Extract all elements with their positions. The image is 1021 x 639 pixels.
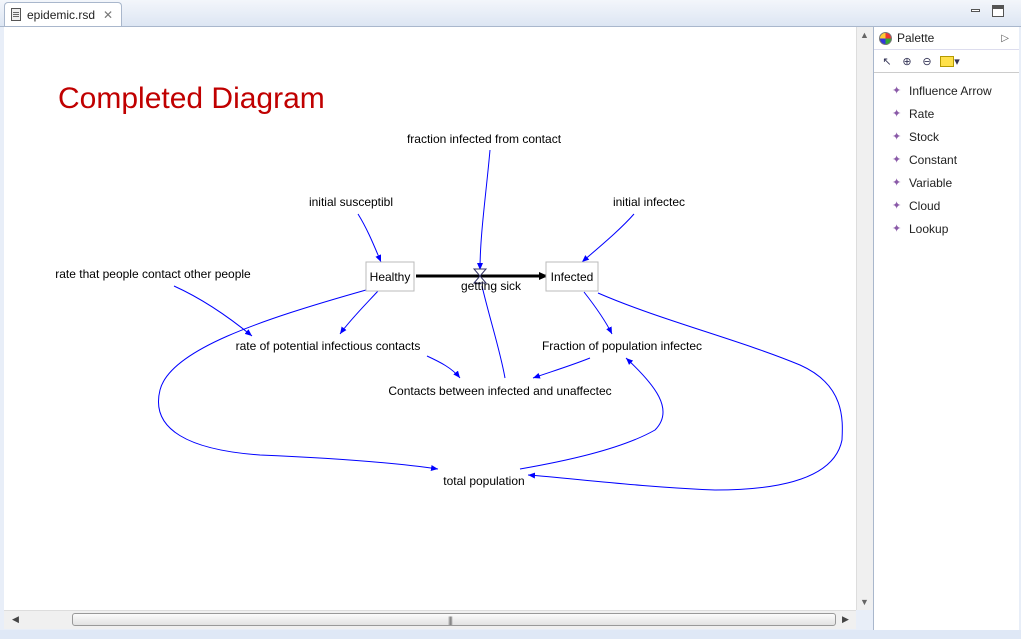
zoom-in-icon[interactable]: ⊕: [899, 53, 915, 69]
influence-arrow[interactable]: [583, 291, 613, 335]
palette-item-stock[interactable]: ✦ Stock: [874, 125, 1019, 148]
scroll-down-icon[interactable]: ▼: [860, 597, 869, 607]
stock-healthy-label: Healthy: [370, 270, 411, 284]
palette-item-label: Influence Arrow: [909, 83, 992, 98]
tool-sparkle-icon: ✦: [892, 131, 902, 143]
scroll-up-icon[interactable]: ▲: [860, 30, 869, 40]
select-arrow-icon[interactable]: ↖: [879, 53, 895, 69]
variable-fraction-infected[interactable]: fraction infected from contact: [407, 132, 562, 146]
palette-item-constant[interactable]: ✦ Constant: [874, 148, 1019, 171]
palette-icon: [879, 31, 892, 45]
stock-infected-label: Infected: [551, 270, 594, 284]
horizontal-scroll-thumb[interactable]: |||: [72, 613, 836, 626]
variable-total-population[interactable]: total population: [443, 474, 524, 488]
tool-sparkle-icon: ✦: [892, 200, 902, 212]
palette-item-lookup[interactable]: ✦ Lookup: [874, 217, 1019, 240]
influence-arrow[interactable]: [357, 213, 382, 263]
influence-arrow[interactable]: [477, 149, 491, 271]
palette-item-cloud[interactable]: ✦ Cloud: [874, 194, 1019, 217]
influence-arrow[interactable]: [426, 355, 461, 379]
variable-initial-infected[interactable]: initial infectec: [613, 195, 685, 209]
diagram-svg: Completed Diagram Healthy Infected getti…: [55, 82, 843, 491]
influence-arrow[interactable]: [481, 285, 506, 379]
stock-healthy[interactable]: Healthy: [365, 261, 415, 292]
stock-infected[interactable]: Infected: [545, 261, 599, 292]
palette-item-label: Variable: [909, 175, 953, 190]
tool-sparkle-icon: ✦: [892, 85, 902, 97]
variable-initial-susceptible[interactable]: initial susceptibl: [309, 195, 393, 209]
influence-arrow[interactable]: [173, 285, 253, 337]
palette-toolbar: ↖ ⊕ ⊖ ▾: [874, 50, 1019, 73]
palette-title: Palette: [897, 31, 935, 45]
scroll-left-icon[interactable]: ◀: [12, 614, 19, 625]
palette-item-rate[interactable]: ✦ Rate: [874, 102, 1019, 125]
zoom-out-icon[interactable]: ⊖: [919, 53, 935, 69]
minimize-button[interactable]: [970, 5, 982, 17]
palette-item-label: Lookup: [909, 221, 949, 236]
palette-tool-list: ✦ Influence Arrow ✦ Rate ✦ Stock ✦ Constant …: [874, 73, 1019, 240]
variable-contact-rate[interactable]: rate that people contact other people: [55, 267, 251, 281]
horizontal-scrollbar[interactable]: ◀ ||| ▶: [4, 610, 856, 629]
variable-fraction-population[interactable]: Fraction of population infectec: [542, 339, 702, 353]
variable-contacts-between[interactable]: Contacts between infected and unaffectec: [388, 384, 611, 398]
palette-collapse-icon[interactable]: ▷: [1001, 33, 1009, 44]
palette-item-influence-arrow[interactable]: ✦ Influence Arrow: [874, 79, 1019, 102]
tool-sparkle-icon: ✦: [892, 108, 902, 120]
palette-panel: Palette ▷ ↖ ⊕ ⊖ ▾ ✦ Influence Arrow ✦ Rate…: [873, 27, 1019, 630]
editor-tab-label: epidemic.rsd: [27, 7, 96, 22]
palette-header: Palette ▷: [874, 27, 1019, 50]
close-icon[interactable]: ✕: [103, 8, 113, 22]
influence-arrows: [158, 149, 843, 491]
note-icon[interactable]: ▾: [939, 53, 961, 69]
palette-item-label: Cloud: [909, 198, 941, 213]
diagram-file-icon: [11, 8, 21, 21]
maximize-button[interactable]: [992, 5, 1004, 17]
diagram-canvas[interactable]: Completed Diagram Healthy Infected getti…: [4, 27, 856, 610]
palette-item-label: Stock: [909, 129, 940, 144]
tool-sparkle-icon: ✦: [892, 223, 902, 235]
palette-item-label: Rate: [909, 106, 935, 121]
editor-window: epidemic.rsd ✕ Completed Diagram Healthy…: [0, 0, 1021, 639]
diagram-title: Completed Diagram: [58, 82, 325, 115]
flow-label-getting-sick[interactable]: getting sick: [461, 279, 522, 293]
tool-sparkle-icon: ✦: [892, 154, 902, 166]
influence-arrow[interactable]: [339, 290, 379, 335]
status-bar: [0, 630, 1021, 639]
tool-sparkle-icon: ✦: [892, 177, 902, 189]
editor-tab-bar: epidemic.rsd ✕: [0, 0, 1021, 27]
editor-tab[interactable]: epidemic.rsd ✕: [4, 2, 122, 26]
scroll-grip-icon: |||: [448, 615, 453, 625]
vertical-scrollbar[interactable]: ▲ ▼: [856, 27, 873, 610]
palette-item-variable[interactable]: ✦ Variable: [874, 171, 1019, 194]
palette-item-label: Constant: [909, 152, 958, 167]
variable-potential-contacts[interactable]: rate of potential infectious contacts: [236, 339, 421, 353]
influence-arrow[interactable]: [158, 289, 439, 471]
influence-arrow[interactable]: [532, 357, 591, 379]
influence-arrow[interactable]: [581, 213, 635, 263]
scroll-right-icon[interactable]: ▶: [842, 614, 849, 625]
